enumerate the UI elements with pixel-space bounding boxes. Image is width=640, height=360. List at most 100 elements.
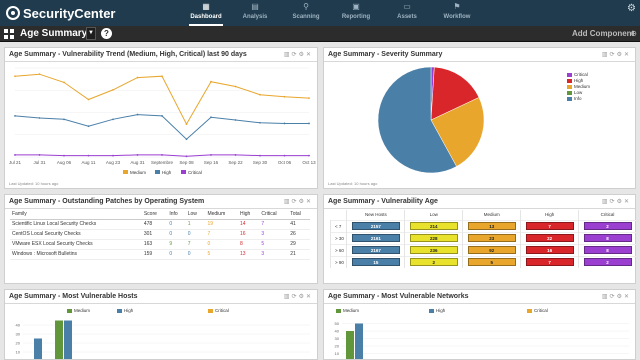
age-count-cell[interactable]: 22 [525,234,574,242]
panel-tools[interactable]: ▥⟳⚙✕ [602,198,631,205]
chart-icon[interactable]: ▥ [284,52,292,58]
column-header[interactable]: High [238,210,260,220]
settings-icon[interactable]: ⚙ [299,199,306,205]
chart-icon[interactable]: ▥ [602,294,610,300]
age-count-cell[interactable]: 5 [467,258,516,267]
close-icon[interactable]: ✕ [624,199,631,205]
severity-summary-panel: Age Summary - Severity Summary ▥⟳⚙✕ Crit… [323,47,636,189]
nav-scanning[interactable]: ⚲ Scanning [283,0,329,26]
data-point [136,76,139,79]
column-header[interactable]: Score [141,210,168,220]
refresh-icon[interactable]: ⟳ [610,294,617,300]
x-tick-label: Septembre [151,160,174,165]
networks-bar-chart: 10 20 30 40 50 [335,321,629,359]
column-header[interactable]: Low [185,210,206,220]
age-count-cell[interactable]: 7 [525,258,574,267]
age-count-cell[interactable]: 8 [583,246,632,254]
close-icon[interactable]: ✕ [306,199,313,205]
legend-label: Critical [188,170,202,175]
chart-icon[interactable]: ▥ [602,199,610,205]
nav-dashboard[interactable]: ▦ Dashboard [183,0,229,26]
age-count-cell[interactable]: 15 [351,258,400,267]
age-count-cell[interactable]: 2 [409,258,458,267]
column-header[interactable]: Critical [259,210,289,220]
data-point [234,119,237,121]
data-point [210,154,212,156]
add-component-button[interactable]: Add Component [572,29,634,38]
panel-tools[interactable]: ▥⟳⚙✕ [602,51,631,58]
refresh-icon[interactable]: ⟳ [610,199,617,205]
table-row[interactable]: Scientific Linux Local Security Checks 47… [10,219,310,230]
close-icon[interactable]: ✕ [306,52,313,58]
age-count-cell[interactable]: 2157 [351,222,400,230]
age-count-cell[interactable]: 16 [525,246,574,254]
table-row[interactable]: VMware ESX Local Security Checks 163 9 7 0 8 5… [10,239,310,250]
column-header[interactable]: Family [10,210,142,220]
panel-tools[interactable]: ▥⟳⚙✕ [284,51,313,58]
panel-tools[interactable]: ▥⟳⚙✕ [284,198,313,205]
refresh-icon[interactable]: ⟳ [610,52,617,58]
nav-assets[interactable]: ▭ Assets [384,0,430,26]
add-component-icon[interactable]: ⊕ [630,29,637,38]
age-count-cell[interactable]: 2167 [351,246,400,254]
table-cell: 0 [185,249,206,260]
settings-icon[interactable]: ⚙ [617,52,624,58]
x-tick-label: Aug 11 [82,160,96,165]
column-header[interactable]: Total [288,210,310,220]
refresh-icon[interactable]: ⟳ [292,52,299,58]
legend-swatch [181,170,186,174]
age-count-cell[interactable]: 228 [409,234,458,242]
close-icon[interactable]: ✕ [624,52,631,58]
panel-tools[interactable]: ▥⟳⚙✕ [284,293,313,300]
table-row[interactable]: Windows : Microsoft Bulletins 159 0 0 5 13 3 21 [10,249,310,260]
table-cell: 7 [185,239,206,250]
chart-icon[interactable]: ▥ [284,294,292,300]
age-count-cell[interactable]: 236 [409,246,458,254]
chart-icon[interactable]: ▥ [284,199,292,205]
settings-icon[interactable]: ⚙ [617,199,624,205]
data-point [63,81,65,84]
age-count-cell[interactable]: 23 [467,234,516,242]
table-cell: CentOS Local Security Checks [10,229,142,240]
app-logo[interactable]: SecurityCenter [6,5,115,21]
panel-tools[interactable]: ▥⟳⚙✕ [602,293,631,300]
table-row[interactable]: CentOS Local Security Checks 301 0 0 7 16 3 26 [10,229,310,240]
age-count-cell[interactable]: 13 [467,222,516,230]
x-tick-label: Aug 23 [106,160,121,165]
settings-icon[interactable]: ⚙ [299,52,306,58]
age-count-cell[interactable]: 2161 [351,234,400,242]
help-icon[interactable]: ? [101,28,112,39]
panel-title: Age Summary - Most Vulnerable Hosts [9,293,138,300]
dashboard-title[interactable]: Age Summary [20,28,87,39]
age-count-cell[interactable]: 8 [583,234,632,242]
hosts-bar-chart: 10 20 30 40 [16,320,310,359]
age-count-cell[interactable]: 214 [409,222,458,230]
nav-analysis[interactable]: ▤ Analysis [232,0,278,26]
data-point [112,154,114,157]
age-count-cell[interactable]: 2 [583,258,632,267]
table-cell: 14 [238,219,260,230]
assets-icon: ▭ [403,2,411,11]
refresh-icon[interactable]: ⟳ [292,294,299,300]
dashboard-dropdown-button[interactable]: ▼ [86,27,96,40]
dashboard-grid-icon[interactable] [4,29,14,39]
age-count-cell[interactable]: 2 [583,222,632,230]
gear-icon[interactable]: ⚙ [627,3,636,14]
data-point [87,98,90,101]
close-icon[interactable]: ✕ [306,294,313,300]
column-header[interactable]: Info [167,210,186,220]
chart-icon[interactable]: ▥ [602,52,610,58]
close-icon[interactable]: ✕ [624,294,631,300]
age-count-cell[interactable]: 7 [525,222,574,230]
refresh-icon[interactable]: ⟳ [292,199,299,205]
data-point [63,118,65,121]
settings-icon[interactable]: ⚙ [617,294,624,300]
data-point [161,154,163,156]
column-header[interactable]: Medium [205,210,239,220]
age-count-cell[interactable]: 92 [467,246,516,254]
nav-reporting[interactable]: ▣ Reporting [333,0,379,26]
settings-icon[interactable]: ⚙ [299,294,306,300]
data-point [136,113,139,116]
table-row: < 7 2157 214 13 7 2 [329,219,636,232]
nav-workflow[interactable]: ⚑ Workflow [434,0,480,26]
